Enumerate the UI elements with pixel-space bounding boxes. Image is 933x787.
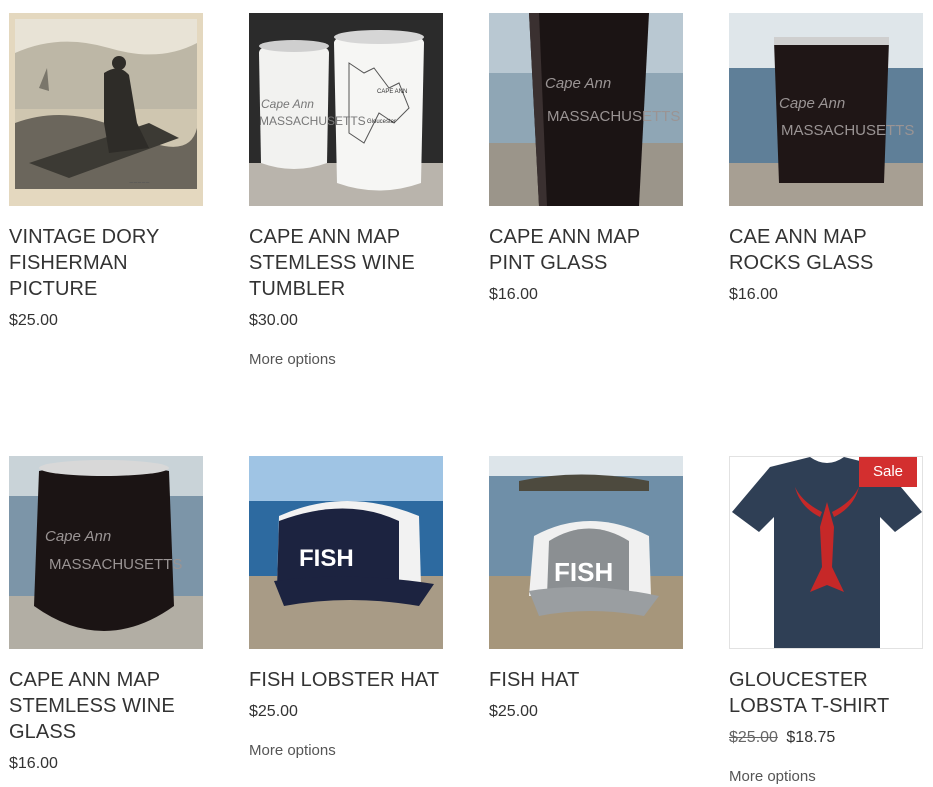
- product-price: $25.00: [489, 703, 538, 720]
- original-price: $25.00: [729, 729, 778, 746]
- svg-text:Cape Ann: Cape Ann: [261, 97, 314, 111]
- product-price: $25.00 $18.75: [729, 727, 923, 749]
- product-title[interactable]: CAE ANN MAP ROCKS GLASS: [729, 224, 923, 276]
- title-line[interactable]: TUMBLER: [249, 276, 443, 302]
- pint-glass-image: Cape Ann MASSACHUSETTS: [489, 13, 683, 206]
- product-card[interactable]: Cape Ann MASSACHUSETTS CAPE ANN MAP PINT…: [489, 13, 683, 306]
- svg-text:Cape Ann: Cape Ann: [779, 95, 845, 112]
- svg-text:CAPE ANN: CAPE ANN: [377, 89, 407, 95]
- title-line[interactable]: ROCKS GLASS: [729, 250, 923, 276]
- title-line[interactable]: VINTAGE DORY: [9, 224, 203, 250]
- title-line[interactable]: FISH LOBSTER HAT: [249, 667, 443, 693]
- product-card[interactable]: Cape Ann MASSACHUSETTS CAE ANN MAP ROCKS…: [729, 13, 923, 306]
- svg-text:MASSACHUSETTS: MASSACHUSETTS: [49, 556, 182, 573]
- svg-text:MASSACHUSETTS: MASSACHUSETTS: [547, 108, 680, 125]
- rocks-glass-image: Cape Ann MASSACHUSETTS: [729, 13, 923, 206]
- product-title[interactable]: CAPE ANN MAP PINT GLASS: [489, 224, 683, 276]
- svg-text:FISH: FISH: [554, 557, 613, 587]
- product-card[interactable]: Sale GLOUCESTER LOBSTA T-SHIRT $25.00 $1…: [729, 456, 923, 787]
- svg-text:Cape Ann: Cape Ann: [545, 75, 611, 92]
- product-image[interactable]: Cape Ann MASSACHUSETTS: [729, 13, 923, 206]
- product-price: $25.00: [9, 312, 58, 329]
- product-price: $30.00: [249, 312, 298, 329]
- product-price: $16.00: [729, 286, 778, 303]
- product-image[interactable]: FISH: [249, 456, 443, 649]
- title-line[interactable]: PINT GLASS: [489, 250, 683, 276]
- title-line[interactable]: LOBSTA T-SHIRT: [729, 693, 923, 719]
- title-line[interactable]: STEMLESS WINE: [249, 250, 443, 276]
- product-card[interactable]: Cape Ann MASSACHUSETTS CAPE ANN MAP STEM…: [9, 456, 203, 775]
- product-title[interactable]: FISH LOBSTER HAT: [249, 667, 443, 693]
- product-image[interactable]: Sale: [729, 456, 923, 649]
- title-line[interactable]: FISH HAT: [489, 667, 683, 693]
- title-line[interactable]: CAPE ANN MAP: [9, 667, 203, 693]
- product-image[interactable]: Cape Ann MASSACHUSETTS: [489, 13, 683, 206]
- title-line[interactable]: FISHERMAN: [9, 250, 203, 276]
- fisherman-picture-image: ~~~~~: [9, 13, 203, 206]
- fish-hat-image: FISH: [489, 456, 683, 649]
- product-price: $16.00: [489, 286, 538, 303]
- product-title[interactable]: FISH HAT: [489, 667, 683, 693]
- product-image[interactable]: ~~~~~: [9, 13, 203, 206]
- more-options-link[interactable]: More options: [729, 767, 923, 787]
- title-line[interactable]: CAE ANN MAP: [729, 224, 923, 250]
- title-line[interactable]: CAPE ANN MAP: [489, 224, 683, 250]
- title-line[interactable]: CAPE ANN MAP: [249, 224, 443, 250]
- svg-text:Gloucester: Gloucester: [367, 119, 396, 125]
- product-price: $16.00: [9, 755, 58, 772]
- title-line[interactable]: PICTURE: [9, 276, 203, 302]
- product-title[interactable]: GLOUCESTER LOBSTA T-SHIRT: [729, 667, 923, 719]
- title-line[interactable]: STEMLESS WINE: [9, 693, 203, 719]
- sale-price: $18.75: [786, 729, 836, 746]
- stemless-wine-glass-image: Cape Ann MASSACHUSETTS: [9, 456, 203, 649]
- product-title[interactable]: CAPE ANN MAP STEMLESS WINE TUMBLER: [249, 224, 443, 302]
- more-options-link[interactable]: More options: [249, 741, 443, 761]
- svg-text:~~~~~: ~~~~~: [129, 180, 149, 187]
- svg-text:Cape Ann: Cape Ann: [45, 528, 111, 545]
- product-card[interactable]: FISH FISH HAT $25.00: [489, 456, 683, 723]
- svg-text:MASSACHUSETTS: MASSACHUSETTS: [259, 114, 366, 128]
- product-image[interactable]: FISH: [489, 456, 683, 649]
- tumbler-image: Cape Ann MASSACHUSETTS CAPE ANN Gloucest…: [249, 13, 443, 206]
- more-options-link[interactable]: More options: [249, 350, 443, 370]
- fish-lobster-hat-image: FISH: [249, 456, 443, 649]
- product-title[interactable]: CAPE ANN MAP STEMLESS WINE GLASS: [9, 667, 203, 745]
- svg-text:MASSACHUSETTS: MASSACHUSETTS: [781, 122, 914, 139]
- product-card[interactable]: FISH FISH LOBSTER HAT $25.00 More option…: [249, 456, 443, 761]
- title-line[interactable]: GLOUCESTER: [729, 667, 923, 693]
- product-image[interactable]: Cape Ann MASSACHUSETTS: [9, 456, 203, 649]
- product-image[interactable]: Cape Ann MASSACHUSETTS CAPE ANN Gloucest…: [249, 13, 443, 206]
- product-price: $25.00: [249, 703, 298, 720]
- product-title[interactable]: VINTAGE DORY FISHERMAN PICTURE: [9, 224, 203, 302]
- svg-text:FISH: FISH: [299, 545, 354, 572]
- sale-badge: Sale: [858, 457, 917, 487]
- product-card[interactable]: ~~~~~ VINTAGE DORY FISHERMAN PICTURE $25…: [9, 13, 203, 332]
- product-card[interactable]: Cape Ann MASSACHUSETTS CAPE ANN Gloucest…: [249, 13, 443, 370]
- title-line[interactable]: GLASS: [9, 719, 203, 745]
